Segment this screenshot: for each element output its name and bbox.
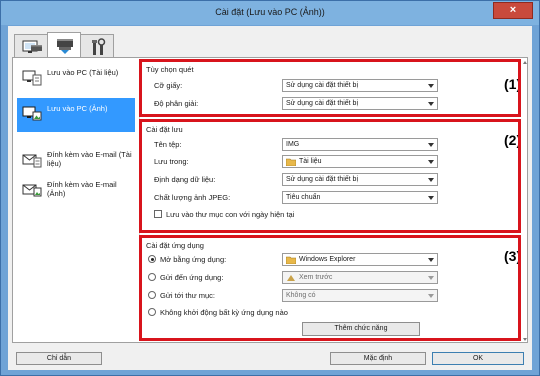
help-button[interactable]: Chỉ dẫn <box>16 352 102 365</box>
tools-icon <box>92 38 106 55</box>
folder-icon <box>286 158 296 166</box>
preview-app-icon <box>287 275 295 281</box>
sidebar-item-label: Lưu vào PC (Tài liệu) <box>47 68 119 77</box>
data-format-label: Định dạng dữ liệu: <box>154 175 216 184</box>
open-with-select[interactable]: Windows Explorer <box>282 253 438 266</box>
send-to-app-value: Xem trước <box>299 274 333 281</box>
chevron-down-icon <box>428 160 434 164</box>
data-format-select[interactable]: Sử dụng cài đặt thiết bị <box>282 173 438 186</box>
chevron-down-icon <box>428 196 434 200</box>
tab-scan-from-operation-panel[interactable] <box>47 32 81 59</box>
send-to-folder-radio[interactable] <box>148 291 156 299</box>
sidebar-item-label: Đính kèm vào E-mail (Ảnh) <box>47 180 117 198</box>
scan-options-title: Tùy chọn quét <box>146 65 194 74</box>
chevron-down-icon <box>428 84 434 88</box>
vertical-scrollbar[interactable] <box>522 60 528 342</box>
send-to-folder-value: Không có <box>286 292 316 299</box>
send-to-app-label: Gửi đến ứng dụng: <box>160 273 224 282</box>
chevron-down-icon <box>428 102 434 106</box>
save-settings-section: Cài đặt lưu Tên tệp: IMG Lưu trong: Tài … <box>141 121 522 231</box>
jpeg-quality-select[interactable]: Tiêu chuẩn <box>282 191 438 204</box>
send-to-app-radio[interactable] <box>148 273 156 281</box>
scanner-icon <box>57 39 73 54</box>
ok-button[interactable]: OK <box>432 352 524 365</box>
save-settings-title: Cài đặt lưu <box>146 125 183 134</box>
email-document-icon <box>22 154 42 168</box>
section-marker-1: (1) <box>504 76 522 92</box>
section-marker-2: (2) <box>504 132 522 148</box>
sidebar-item-label: Đính kèm vào E-mail (Tài liệu) <box>47 150 132 168</box>
chevron-down-icon <box>428 258 434 262</box>
computer-scanner-icon <box>22 40 42 53</box>
save-in-value: Tài liệu <box>299 158 322 165</box>
tab-scan-from-computer[interactable] <box>14 34 48 58</box>
email-photo-icon <box>22 184 42 197</box>
tab-general-settings[interactable] <box>80 34 114 58</box>
title-bar: Cài đặt (Lưu vào PC (Ảnh)) × <box>1 1 539 25</box>
resolution-label: Độ phân giải: <box>154 99 199 108</box>
chevron-down-icon <box>428 143 434 147</box>
more-functions-button[interactable]: Thêm chức năng <box>302 322 420 336</box>
paper-size-select[interactable]: Sử dụng cài đặt thiết bị <box>282 79 438 92</box>
chevron-down-icon <box>428 178 434 182</box>
chevron-down-icon <box>428 294 434 298</box>
scan-options-section: Tùy chọn quét Cỡ giấy: Sử dụng cài đặt t… <box>141 61 522 115</box>
sidebar-item-save-to-pc-photo[interactable]: Lưu vào PC (Ảnh) <box>17 98 135 132</box>
save-document-icon <box>22 70 42 86</box>
file-name-value: IMG <box>286 141 300 148</box>
save-in-label: Lưu trong: <box>154 157 189 166</box>
sidebar: Lưu vào PC (Tài liệu) Lưu vào PC (Ảnh) Đ… <box>15 60 137 340</box>
settings-window: Cài đặt (Lưu vào PC (Ảnh)) × Lưu vào PC … <box>0 0 540 376</box>
open-with-radio[interactable] <box>148 255 156 263</box>
send-to-app-select[interactable]: Xem trước <box>282 271 438 284</box>
sidebar-item-save-to-pc-document[interactable]: Lưu vào PC (Tài liệu) <box>17 62 135 96</box>
tab-content: Lưu vào PC (Tài liệu) Lưu vào PC (Ảnh) Đ… <box>12 57 528 343</box>
resolution-select[interactable]: Sử dụng cài đặt thiết bị <box>282 97 438 110</box>
close-button[interactable]: × <box>493 2 533 19</box>
subfolder-checkbox[interactable] <box>154 210 162 218</box>
do-not-start-label: Không khởi động bất kỳ ứng dụng nào <box>160 308 288 317</box>
paper-size-label: Cỡ giấy: <box>154 81 183 90</box>
send-to-folder-label: Gửi tới thư mục: <box>160 291 215 300</box>
folder-icon <box>286 256 296 264</box>
sidebar-item-email-photo[interactable]: Đính kèm vào E-mail (Ảnh) <box>17 174 135 208</box>
chevron-down-icon <box>428 276 434 280</box>
do-not-start-radio[interactable] <box>148 308 156 316</box>
open-with-value: Windows Explorer <box>299 256 356 263</box>
jpeg-quality-label: Chất lượng ảnh JPEG: <box>154 193 231 202</box>
jpeg-quality-value: Tiêu chuẩn <box>286 194 321 201</box>
file-name-label: Tên tệp: <box>154 140 182 149</box>
defaults-button[interactable]: Mặc định <box>330 352 426 365</box>
save-photo-icon <box>22 106 42 121</box>
file-name-input[interactable]: IMG <box>282 138 438 151</box>
dialog-client-area: Lưu vào PC (Tài liệu) Lưu vào PC (Ảnh) Đ… <box>8 26 532 370</box>
resolution-value: Sử dụng cài đặt thiết bị <box>286 100 359 107</box>
paper-size-value: Sử dụng cài đặt thiết bị <box>286 82 359 89</box>
app-settings-section: Cài đặt ứng dụng Mở bằng ứng dụng: Windo… <box>141 237 522 339</box>
app-settings-title: Cài đặt ứng dụng <box>146 241 204 250</box>
sidebar-divider <box>139 62 140 340</box>
data-format-value: Sử dụng cài đặt thiết bị <box>286 176 359 183</box>
sidebar-item-label: Lưu vào PC (Ảnh) <box>47 104 108 113</box>
sidebar-item-email-document[interactable]: Đính kèm vào E-mail (Tài liệu) <box>17 144 135 178</box>
subfolder-checkbox-label: Lưu vào thư mục con với ngày hiện tại <box>166 210 295 219</box>
section-marker-3: (3) <box>504 248 522 264</box>
window-title: Cài đặt (Lưu vào PC (Ảnh)) <box>215 7 325 17</box>
open-with-label: Mở bằng ứng dụng: <box>160 255 227 264</box>
send-to-folder-select[interactable]: Không có <box>282 289 438 302</box>
save-in-select[interactable]: Tài liệu <box>282 155 438 168</box>
